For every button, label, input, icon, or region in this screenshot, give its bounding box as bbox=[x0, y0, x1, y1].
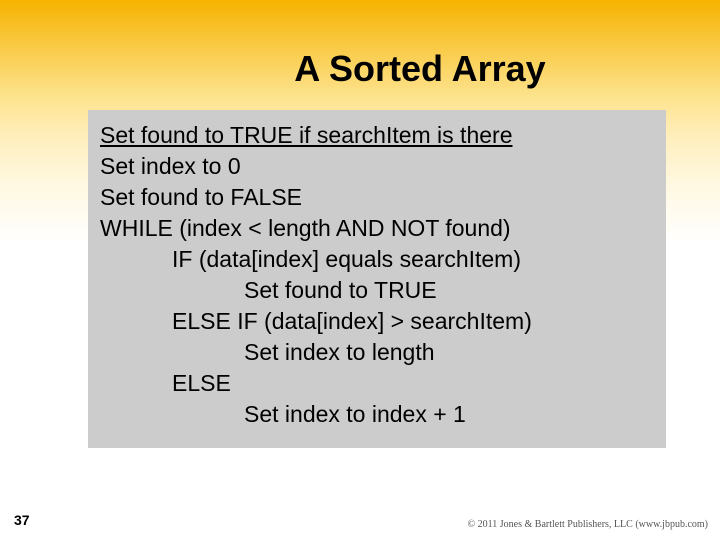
code-line: ELSE bbox=[100, 368, 654, 399]
pseudocode-block: Set found to TRUE if searchItem is there… bbox=[88, 110, 666, 448]
slide-title: A Sorted Array bbox=[0, 0, 720, 110]
code-line: ELSE IF (data[index] > searchItem) bbox=[100, 306, 654, 337]
code-line: Set found to FALSE bbox=[100, 182, 654, 213]
code-line: IF (data[index] equals searchItem) bbox=[100, 244, 654, 275]
code-line-lead: Set found to TRUE if searchItem is there bbox=[100, 120, 654, 151]
copyright-text: © 2011 Jones & Bartlett Publishers, LLC … bbox=[468, 519, 708, 530]
code-line: WHILE (index < length AND NOT found) bbox=[100, 213, 654, 244]
page-number: 37 bbox=[14, 512, 30, 528]
code-line: Set index to index + 1 bbox=[100, 399, 654, 430]
code-line: Set index to length bbox=[100, 337, 654, 368]
code-line: Set found to TRUE bbox=[100, 275, 654, 306]
code-line: Set index to 0 bbox=[100, 151, 654, 182]
